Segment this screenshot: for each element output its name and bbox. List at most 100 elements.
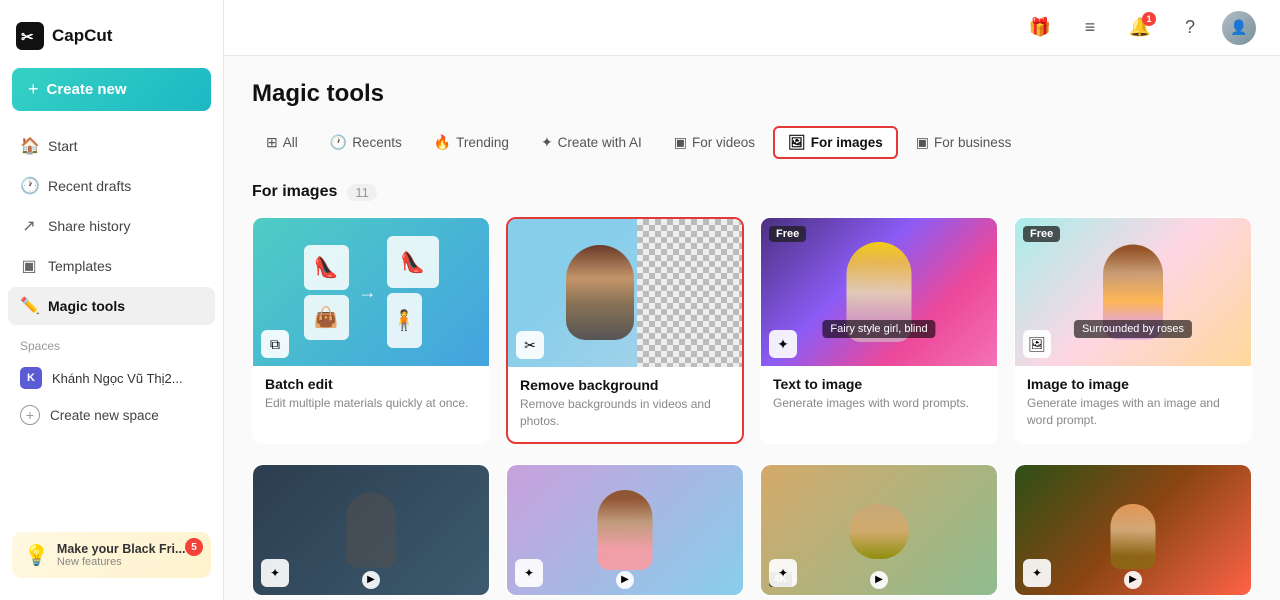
card-batch-name: Batch edit — [265, 376, 477, 392]
tab-trending-label: Trending — [456, 135, 509, 150]
promo-text: Make your Black Fri... New features — [57, 542, 186, 568]
sidebar-item-magic[interactable]: ✏️ Magic tools — [8, 287, 215, 325]
sidebar-item-templates[interactable]: ▣ Templates — [8, 247, 215, 285]
person2-shape — [598, 490, 653, 570]
tab-trending[interactable]: 🔥 Trending — [420, 127, 523, 158]
menu-icon-button[interactable]: ≡ — [1072, 10, 1108, 46]
i2i-tooltip: Surrounded by roses — [1074, 320, 1192, 338]
sidebar-item-recent[interactable]: 🕐 Recent drafts — [8, 167, 215, 205]
card-remove-bg[interactable]: ✂ Remove background Remove backgrounds i… — [506, 217, 744, 444]
page-title: Magic tools — [252, 80, 1252, 108]
gift-icon-button[interactable]: 🎁 — [1022, 10, 1058, 46]
notification-badge: 1 — [1142, 12, 1156, 26]
card-bottom-1[interactable]: ✦ ▶ — [252, 464, 490, 596]
svg-text:✂: ✂ — [21, 29, 34, 46]
promo-subtitle: New features — [57, 556, 186, 568]
card-bottom-3-thumb: 4K ✦ ▶ — [761, 465, 997, 595]
create-space-label: Create new space — [50, 408, 159, 423]
card-i2i-desc: Generate images with an image and word p… — [1027, 395, 1239, 429]
t2i-tooltip: Fairy style girl, blind — [822, 320, 935, 338]
all-tab-icon: ⊞ — [266, 134, 278, 151]
card-i2i-thumb: Free Surrounded by roses 🖼 — [1015, 218, 1251, 366]
section-count: 11 — [347, 184, 377, 201]
space-item-user[interactable]: K Khánh Ngọc Vũ Thị2... — [8, 359, 215, 397]
topbar: 🎁 ≡ 🔔 1 ? 👤 — [224, 0, 1280, 56]
templates-icon: ▣ — [20, 256, 38, 276]
dark-shape — [346, 492, 396, 567]
bottom1-tool-icon: ✦ — [261, 559, 289, 587]
batch-shoe-img: 👠 — [304, 245, 349, 290]
t2i-free-badge: Free — [769, 226, 806, 242]
card-t2i-body: Text to image Generate images with word … — [761, 366, 997, 424]
spaces-section-label: Spaces — [0, 325, 223, 359]
bottom2-play-btn: ▶ — [616, 571, 634, 589]
batch-arrow-icon: → — [359, 282, 377, 303]
remove-bg-tool-icon: ✂ — [516, 331, 544, 359]
card-batch-thumb: 👠 👜 → 👠 🧍 ⧉ — [253, 218, 489, 366]
home-icon: 🏠 — [20, 136, 38, 156]
cat-shape — [849, 504, 909, 559]
tab-for-business-label: For business — [934, 135, 1011, 150]
card-image-to-image[interactable]: Free Surrounded by roses 🖼 Image to imag… — [1014, 217, 1252, 444]
cards-grid: 👠 👜 → 👠 🧍 ⧉ Batch edit Edit multiple mat… — [252, 217, 1252, 444]
section-header: For images 11 — [252, 183, 1252, 201]
tab-for-videos[interactable]: ▣ For videos — [660, 127, 769, 158]
notification-icon-button[interactable]: 🔔 1 — [1122, 10, 1158, 46]
create-ai-tab-icon: ✦ — [541, 134, 553, 151]
card-bottom-4[interactable]: ✦ ▶ — [1014, 464, 1252, 596]
card-batch-body: Batch edit Edit multiple materials quick… — [253, 366, 489, 424]
promo-badge: 5 — [185, 538, 203, 556]
tab-for-business[interactable]: ▣ For business — [902, 127, 1026, 158]
card-text-to-image[interactable]: Free Fairy style girl, blind ✦ Text to i… — [760, 217, 998, 444]
bottom1-play-btn: ▶ — [362, 571, 380, 589]
bottom3-tool-icon: ✦ — [769, 559, 797, 587]
card-batch-edit[interactable]: 👠 👜 → 👠 🧍 ⧉ Batch edit Edit multiple mat… — [252, 217, 490, 444]
sidebar-item-magic-label: Magic tools — [48, 298, 125, 314]
create-new-button[interactable]: + Create new — [12, 68, 211, 111]
sidebar-item-start[interactable]: 🏠 Start — [8, 127, 215, 165]
batch-result-img: 👠 — [387, 236, 439, 288]
promo-title: Make your Black Fri... — [57, 542, 186, 556]
batch-tool-icon: ⧉ — [261, 330, 289, 358]
create-space-item[interactable]: + Create new space — [8, 397, 215, 433]
batch-person-img: 🧍 — [387, 293, 422, 348]
sidebar-item-recent-label: Recent drafts — [48, 178, 131, 194]
user-avatar[interactable]: 👤 — [1222, 11, 1256, 45]
help-icon-button[interactable]: ? — [1172, 10, 1208, 46]
bottom2-tool-icon: ✦ — [515, 559, 543, 587]
promo-banner[interactable]: 💡 Make your Black Fri... New features 5 — [12, 532, 211, 578]
logo[interactable]: ✂ CapCut — [0, 12, 223, 68]
card-remove-thumb: ✂ — [508, 219, 742, 367]
tab-create-ai[interactable]: ✦ Create with AI — [527, 127, 656, 158]
tab-for-images[interactable]: 🖼 For images — [773, 126, 898, 159]
sidebar-item-start-label: Start — [48, 138, 78, 154]
main-content: 🎁 ≡ 🔔 1 ? 👤 Magic tools ⊞ All 🕐 Recents … — [224, 0, 1280, 600]
tab-for-videos-label: For videos — [692, 135, 755, 150]
plus-icon: + — [28, 79, 39, 100]
card-t2i-thumb: Free Fairy style girl, blind ✦ — [761, 218, 997, 366]
tab-create-ai-label: Create with AI — [558, 135, 642, 150]
create-new-label: Create new — [47, 81, 127, 98]
cards-grid-bottom: ✦ ▶ ✦ ▶ 4K ✦ ▶ — [252, 464, 1252, 596]
tab-recents-label: Recents — [352, 135, 402, 150]
promo-icon: 💡 — [24, 543, 49, 568]
card-t2i-desc: Generate images with word prompts. — [773, 395, 985, 412]
sidebar: ✂ CapCut + Create new 🏠 Start 🕐 Recent d… — [0, 0, 224, 600]
recents-tab-icon: 🕐 — [330, 134, 347, 151]
clock-icon: 🕐 — [20, 176, 38, 196]
content-area: Magic tools ⊞ All 🕐 Recents 🔥 Trending ✦… — [224, 56, 1280, 600]
sidebar-item-share[interactable]: ↗ Share history — [8, 207, 215, 245]
card-bottom-2[interactable]: ✦ ▶ — [506, 464, 744, 596]
card-remove-body: Remove background Remove backgrounds in … — [508, 367, 742, 442]
space-name: Khánh Ngọc Vũ Thị2... — [52, 371, 183, 386]
tab-recents[interactable]: 🕐 Recents — [316, 127, 416, 158]
plus-circle-icon: + — [20, 405, 40, 425]
card-i2i-body: Image to image Generate images with an i… — [1015, 366, 1251, 441]
tab-all[interactable]: ⊞ All — [252, 127, 312, 158]
card-bottom-3[interactable]: 4K ✦ ▶ — [760, 464, 998, 596]
card-i2i-name: Image to image — [1027, 376, 1239, 392]
batch-bag-img: 👜 — [304, 295, 349, 340]
sidebar-bottom: 💡 Make your Black Fri... New features 5 — [0, 522, 223, 588]
card-remove-name: Remove background — [520, 377, 730, 393]
for-videos-tab-icon: ▣ — [674, 134, 687, 151]
